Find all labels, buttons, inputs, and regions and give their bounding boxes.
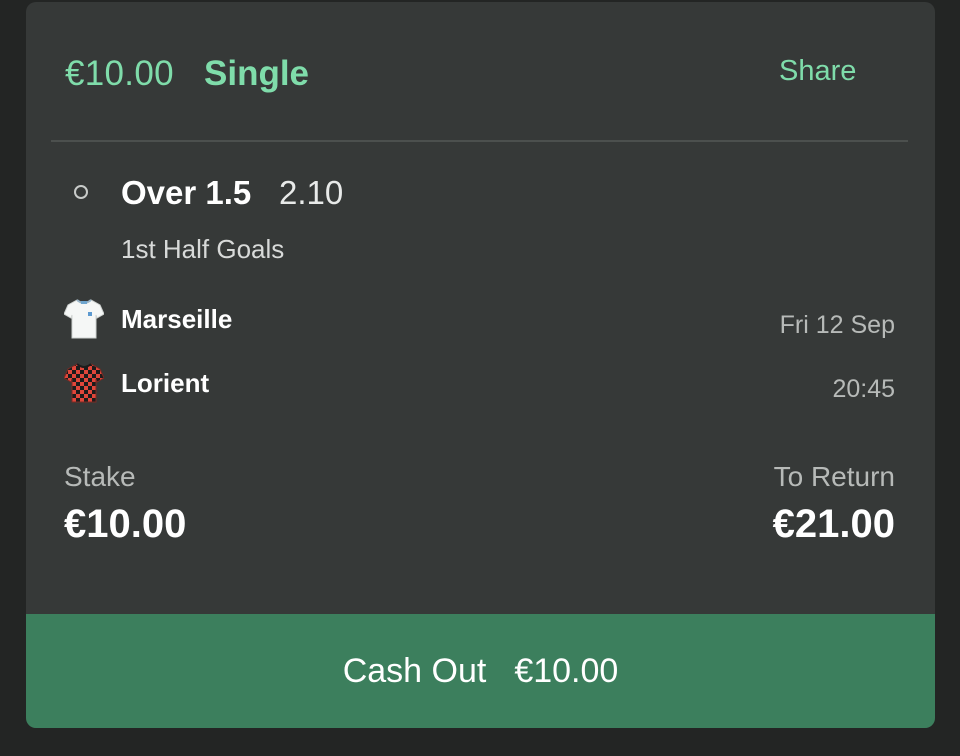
stake-value: €10.00 — [64, 502, 187, 546]
red-black-checkered-kit-icon — [64, 363, 104, 403]
bet-amount: €10.00 — [65, 54, 174, 93]
white-shirt-kit-icon — [64, 299, 104, 339]
bet-type: Single — [204, 54, 310, 93]
share-button[interactable]: Share — [779, 55, 856, 88]
divider — [51, 140, 908, 142]
market-name: 1st Half Goals — [121, 234, 285, 264]
away-team-row: Lorient — [64, 362, 464, 406]
cash-out-button[interactable]: Cash Out €10.00 — [26, 614, 935, 728]
selection-name: Over 1.5 — [121, 174, 252, 211]
to-return-value: €21.00 — [772, 502, 895, 546]
event-time: 20:45 — [832, 375, 895, 403]
selection-status-icon — [74, 185, 88, 199]
cash-out-amount: €10.00 — [514, 651, 619, 690]
home-team-row: Marseille — [64, 298, 464, 342]
cash-out-label: Cash Out — [342, 651, 487, 690]
home-team-name: Marseille — [121, 304, 233, 334]
bet-card: €10.00 Single Share Over 1.5 2.10 1st Ha… — [26, 2, 935, 728]
stake-label: Stake — [64, 461, 136, 492]
to-return-label: To Return — [773, 461, 895, 492]
selection-odds: 2.10 — [279, 174, 344, 211]
event-date: Fri 12 Sep — [779, 311, 895, 339]
bet-header: €10.00 Single Share — [26, 2, 935, 140]
away-team-name: Lorient — [121, 368, 210, 398]
